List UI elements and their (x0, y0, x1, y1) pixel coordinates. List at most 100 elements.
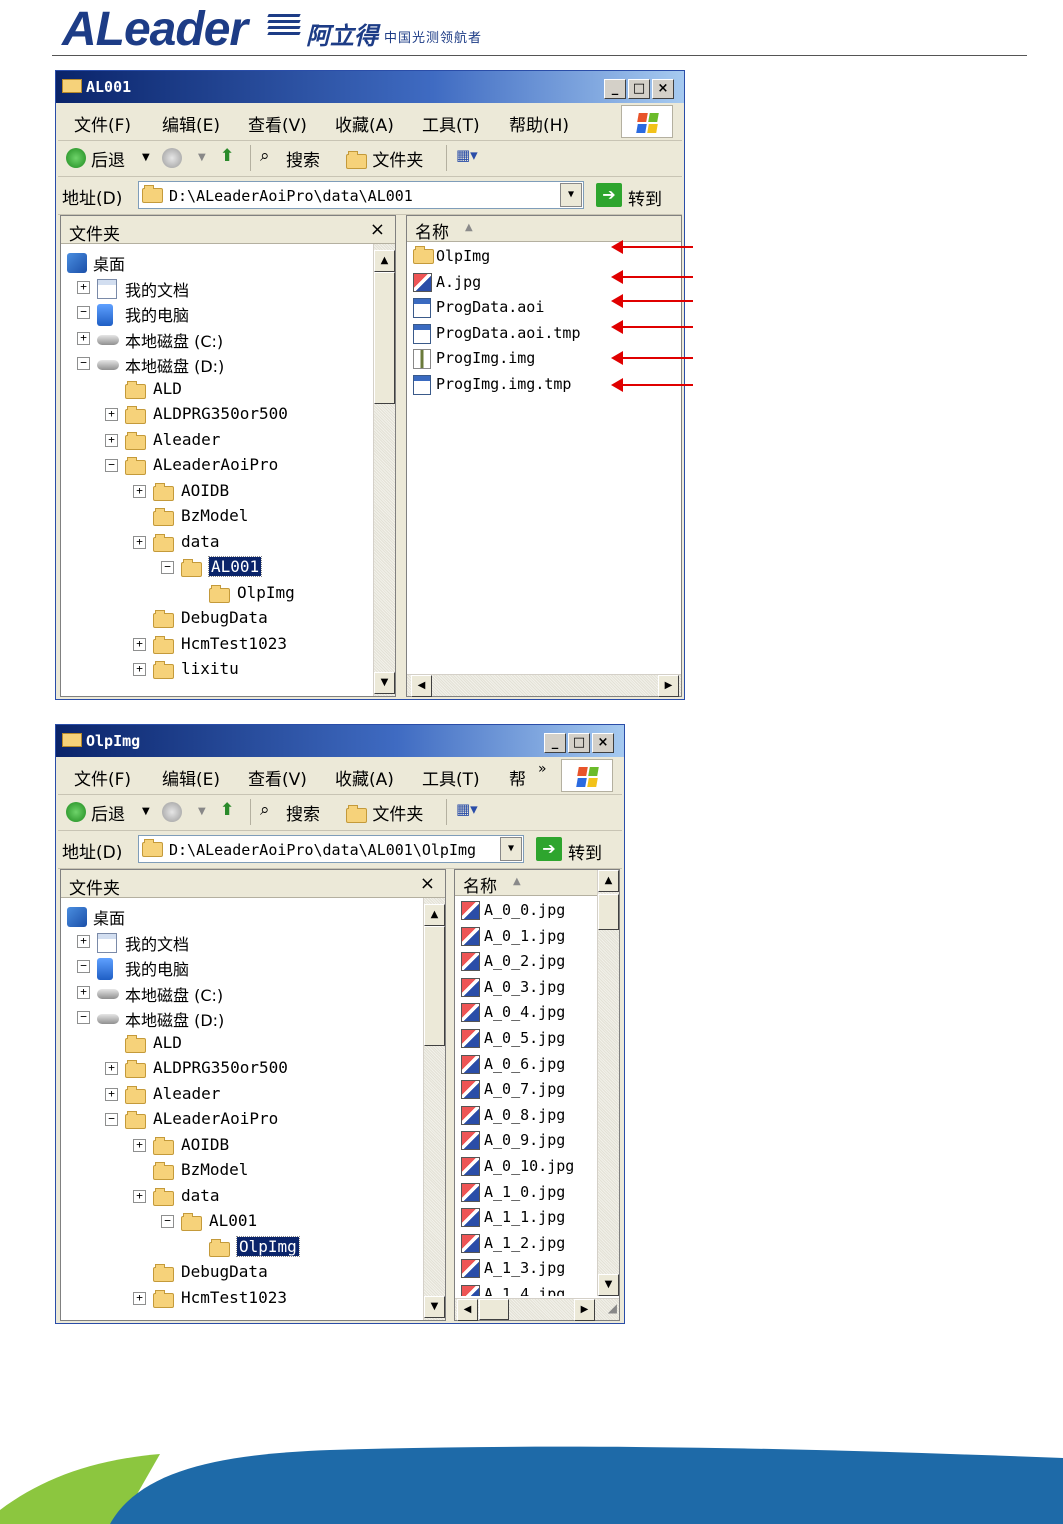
collapse-icon[interactable]: − (161, 561, 174, 574)
name-column-header[interactable]: 名称 ▲ (407, 216, 681, 243)
close-button[interactable]: × (652, 79, 674, 99)
file-list-item[interactable]: A_0_6.jpg (459, 1052, 595, 1077)
tree-item[interactable]: + AOIDB (61, 480, 361, 504)
close-icon[interactable]: × (420, 873, 435, 894)
menu-help[interactable]: 帮助(H) (509, 111, 569, 136)
menu-favorites[interactable]: 收藏(A) (335, 111, 394, 136)
tree-item[interactable]: + 我的文档 (61, 930, 361, 954)
menu-view[interactable]: 查看(V) (248, 765, 307, 790)
scroll-down-icon[interactable]: ▼ (374, 672, 395, 694)
title-bar[interactable]: AL001 _ □ × (56, 71, 684, 103)
menu-overflow-chevron-icon[interactable]: » (538, 761, 547, 777)
go-button[interactable]: 转到 (568, 839, 602, 864)
address-input[interactable]: D:\ALeaderAoiPro\data\AL001 ▼ (138, 181, 584, 209)
title-bar[interactable]: OlpImg _ □ × (56, 725, 624, 757)
collapse-icon[interactable]: − (105, 1113, 118, 1126)
expand-icon[interactable]: + (133, 484, 146, 498)
close-button[interactable]: × (592, 733, 614, 753)
search-button[interactable]: 搜索 (286, 800, 320, 825)
expand-icon[interactable]: + (105, 408, 118, 421)
tree-item[interactable]: + data (61, 1185, 361, 1209)
address-dropdown-icon[interactable]: ▼ (560, 183, 582, 207)
file-list-item[interactable]: A_1_0.jpg (459, 1180, 595, 1205)
views-icon[interactable]: ▦▾ (456, 146, 478, 164)
menu-favorites[interactable]: 收藏(A) (335, 765, 394, 790)
back-arrow-icon[interactable] (66, 802, 86, 822)
expand-icon[interactable]: + (77, 280, 90, 294)
file-list-item[interactable]: A_0_10.jpg (459, 1154, 595, 1179)
back-button[interactable]: 后退 (91, 146, 125, 171)
scroll-up-icon[interactable]: ▲ (374, 250, 395, 272)
collapse-icon[interactable]: − (77, 357, 90, 370)
horizontal-scroll-thumb[interactable] (479, 1299, 509, 1320)
collapse-icon[interactable]: − (161, 1215, 174, 1228)
collapse-icon[interactable]: − (105, 459, 118, 472)
file-list-item[interactable]: A_1_2.jpg (459, 1231, 595, 1256)
tree-item[interactable]: − 本地磁盘 (D:) (61, 1006, 361, 1030)
search-icon[interactable]: ⌕ (260, 800, 270, 820)
folders-button[interactable]: 文件夹 (346, 800, 423, 825)
file-list-item[interactable]: A_0_0.jpg (459, 898, 595, 923)
forward-arrow-icon[interactable] (162, 148, 182, 168)
file-list-item[interactable]: A_0_7.jpg (459, 1077, 595, 1102)
expand-icon[interactable]: + (105, 433, 118, 447)
back-dropdown-icon[interactable]: ▼ (142, 152, 150, 163)
tree-item[interactable]: DebugData (61, 607, 361, 631)
file-list-item[interactable]: A_0_8.jpg (459, 1103, 595, 1128)
expand-icon[interactable]: + (77, 331, 90, 345)
tree-item[interactable]: − 本地磁盘 (D:) (61, 352, 361, 376)
expand-icon[interactable]: + (105, 1062, 118, 1075)
scroll-left-icon[interactable]: ◀ (411, 675, 432, 697)
tree-item[interactable]: DebugData (61, 1261, 361, 1285)
forward-dropdown-icon[interactable]: ▼ (198, 152, 206, 163)
scroll-thumb[interactable] (374, 272, 395, 404)
menu-view[interactable]: 查看(V) (248, 111, 307, 136)
tree-item[interactable]: + ALDPRG350or500 (61, 1057, 361, 1081)
back-button[interactable]: 后退 (91, 800, 125, 825)
menu-file[interactable]: 文件(F) (74, 765, 131, 790)
go-arrow-icon[interactable]: ➔ (596, 183, 622, 207)
expand-icon[interactable]: + (77, 934, 90, 948)
expand-icon[interactable]: + (133, 535, 146, 549)
tree-item[interactable]: − 我的电脑 (61, 301, 361, 326)
back-dropdown-icon[interactable]: ▼ (142, 806, 150, 817)
tree-item[interactable]: OlpImg (61, 1235, 361, 1260)
tree-item[interactable]: 桌面 (61, 904, 361, 928)
up-folder-icon[interactable]: ⬆ (220, 800, 234, 820)
files-horizontal-scrollbar[interactable]: ◀ ▶ (407, 674, 681, 697)
expand-icon[interactable]: + (133, 663, 146, 676)
tree-item[interactable]: + data (61, 531, 361, 555)
folders-button[interactable]: 文件夹 (346, 146, 423, 171)
file-list-item[interactable]: A_1_4.jpg (459, 1282, 595, 1296)
go-arrow-icon[interactable]: ➔ (536, 837, 562, 861)
maximize-button[interactable]: □ (628, 79, 650, 99)
file-list-item[interactable]: A_1_1.jpg (459, 1205, 595, 1230)
resize-grip-icon[interactable]: ◢ (608, 1301, 617, 1315)
scroll-right-icon[interactable]: ▶ (658, 675, 679, 697)
search-button[interactable]: 搜索 (286, 146, 320, 171)
up-folder-icon[interactable]: ⬆ (220, 146, 234, 166)
maximize-button[interactable]: □ (568, 733, 590, 753)
tree-item[interactable]: ALD (61, 1032, 361, 1056)
minimize-button[interactable]: _ (604, 79, 626, 99)
file-list-item[interactable]: A_0_1.jpg (459, 924, 595, 949)
tree-item[interactable]: − ALeaderAoiPro (61, 454, 361, 478)
tree-item[interactable]: BzModel (61, 1159, 361, 1183)
scroll-thumb[interactable] (424, 926, 445, 1046)
expand-icon[interactable]: + (133, 637, 146, 651)
scroll-left-icon[interactable]: ◀ (457, 1299, 478, 1321)
scroll-up-icon[interactable]: ▲ (598, 870, 619, 892)
scroll-thumb[interactable] (598, 894, 619, 930)
menu-file[interactable]: 文件(F) (74, 111, 131, 136)
back-arrow-icon[interactable] (66, 148, 86, 168)
scroll-up-icon[interactable]: ▲ (424, 904, 445, 926)
go-button[interactable]: 转到 (628, 185, 662, 210)
tree-scrollbar[interactable]: ▲ ▼ (423, 898, 445, 1320)
tree-item[interactable]: − ALeaderAoiPro (61, 1108, 361, 1132)
tree-item[interactable]: + Aleader (61, 1083, 361, 1107)
menu-tools[interactable]: 工具(T) (422, 111, 480, 136)
collapse-icon[interactable]: − (77, 960, 90, 973)
scroll-down-icon[interactable]: ▼ (598, 1274, 619, 1296)
tree-item[interactable]: + HcmTest1023 (61, 1287, 361, 1311)
file-list-item[interactable]: A_1_3.jpg (459, 1256, 595, 1281)
